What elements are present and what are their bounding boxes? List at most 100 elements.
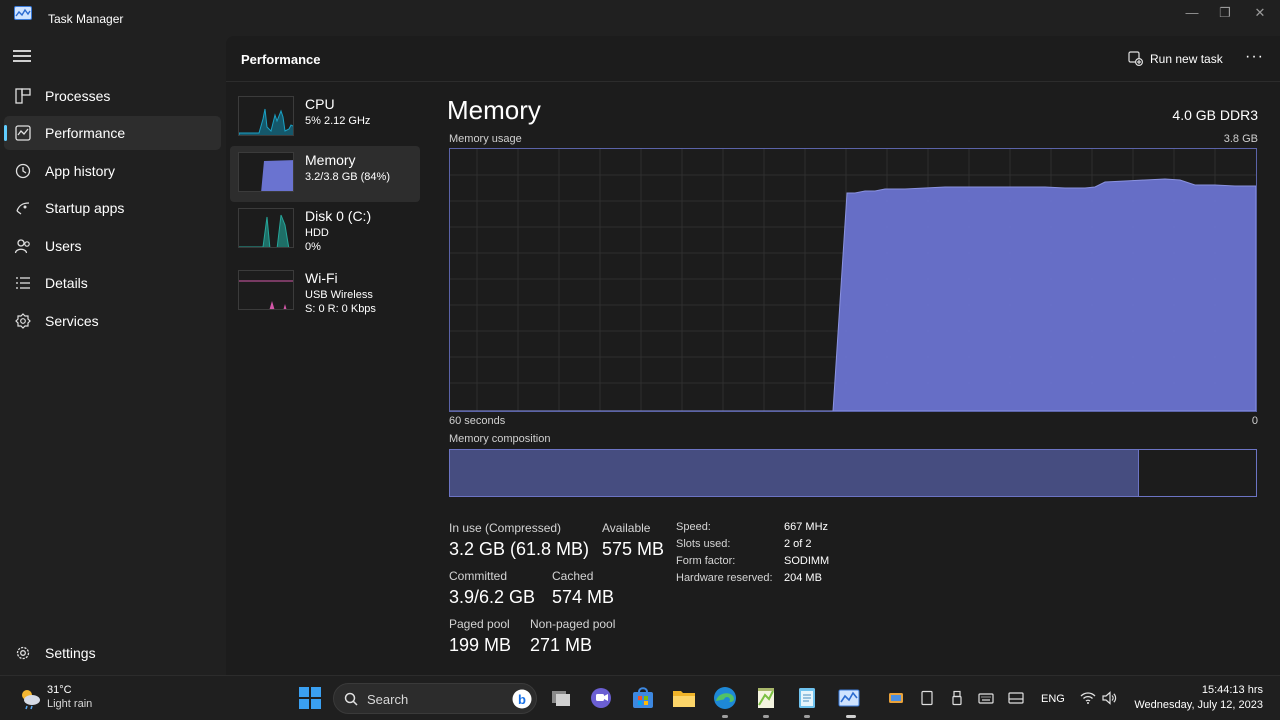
taskbar-search-input[interactable]: Search b: [333, 683, 537, 714]
sidebar-item-app-history[interactable]: App history: [4, 154, 221, 188]
available-label: Available: [602, 521, 651, 535]
keyboard-icon[interactable]: [978, 690, 994, 706]
notepad-icon[interactable]: [794, 685, 820, 711]
in-use-value: 3.2 GB (61.8 MB): [449, 539, 590, 559]
tablet-icon[interactable]: [919, 690, 935, 706]
teams-chat-icon[interactable]: [588, 685, 614, 711]
close-button[interactable]: ✕: [1243, 4, 1277, 22]
sidebar-item-startup-apps[interactable]: Startup apps: [4, 191, 221, 225]
active-indicator: [4, 125, 7, 141]
sidebar-item-details[interactable]: Details: [4, 266, 221, 300]
display-icon[interactable]: [1008, 690, 1024, 706]
memory-usage-max: 3.8 GB: [1223, 133, 1258, 145]
store-icon[interactable]: [630, 685, 656, 711]
detail-title: Memory: [447, 95, 541, 125]
graph-axis-left-label: 60 seconds: [449, 415, 506, 427]
running-indicator: [722, 715, 728, 718]
run-task-icon: [1128, 51, 1143, 66]
sidebar-item-services[interactable]: Services: [4, 304, 221, 338]
resource-name: CPU: [305, 96, 335, 112]
form-factor-key: Form factor:: [676, 555, 736, 567]
graph-axis-right-label: 0: [1251, 415, 1258, 427]
sidebar-item-settings[interactable]: Settings: [4, 636, 221, 670]
window-title: Task Manager: [48, 12, 124, 26]
bing-icon[interactable]: b: [512, 689, 532, 709]
slots-used-value: 2 of 2: [784, 538, 812, 550]
run-new-task-label: Run new task: [1150, 51, 1223, 66]
resource-memory[interactable]: Memory 3.2/3.8 GB (84%): [230, 146, 420, 202]
running-indicator: [804, 715, 810, 718]
available-value: 575 MB: [602, 539, 665, 559]
run-new-task-button[interactable]: Run new task: [1128, 51, 1223, 66]
memory-composition-label: Memory composition: [449, 433, 551, 445]
non-paged-pool-label: Non-paged pool: [530, 617, 616, 631]
memory-type: 4.0 GB DDR3: [1172, 107, 1258, 123]
cached-label: Cached: [552, 569, 594, 583]
photos-icon[interactable]: [888, 690, 904, 706]
processes-icon: [15, 88, 31, 104]
cached-value: 574 MB: [552, 587, 615, 607]
sidebar-item-users[interactable]: Users: [4, 229, 221, 263]
task-view-icon[interactable]: [548, 685, 574, 711]
sidebar-item-label: Startup apps: [45, 200, 125, 216]
notepad-plus-icon[interactable]: [753, 685, 779, 711]
gear-icon: [16, 646, 30, 660]
resource-disk[interactable]: Disk 0 (C:) HDD 0%: [230, 202, 420, 258]
memory-usage-plot: [450, 149, 1257, 412]
clock-date[interactable]: Wednesday, July 12, 2023: [1134, 699, 1263, 711]
maximize-button[interactable]: ❐: [1208, 4, 1242, 22]
search-label: Search: [367, 692, 409, 707]
memory-thumbnail-graph: [238, 152, 294, 192]
task-manager-app-icon: [14, 6, 32, 20]
resource-detail-2: 0%: [305, 241, 321, 253]
search-icon: [344, 692, 358, 706]
taskbar: 31°C Light rain Search b ENG 15:44:13 hr…: [0, 675, 1280, 720]
windows-start-icon[interactable]: [297, 685, 323, 711]
usb-icon[interactable]: [949, 690, 965, 706]
memory-in-use-segment: [450, 450, 1140, 496]
resource-name: Memory: [305, 152, 356, 168]
page-title: Performance: [241, 52, 321, 67]
minimize-button[interactable]: —: [1175, 4, 1209, 22]
wifi-icon[interactable]: [1080, 690, 1096, 706]
cpu-thumbnail-graph: [238, 96, 294, 136]
memory-usage-graph: [449, 148, 1257, 412]
slots-used-key: Slots used:: [676, 538, 731, 550]
resource-detail: 5% 2.12 GHz: [305, 115, 371, 127]
weather-rain-icon[interactable]: [18, 686, 42, 710]
startup-icon: [16, 202, 30, 215]
file-explorer-icon[interactable]: [671, 685, 697, 711]
running-indicator-active: [846, 715, 856, 718]
weather-temperature[interactable]: 31°C: [47, 684, 72, 696]
memory-usage-area: [450, 178, 1257, 412]
resource-detail: 3.2/3.8 GB (84%): [305, 171, 390, 183]
resource-cpu[interactable]: CPU 5% 2.12 GHz: [230, 90, 420, 146]
more-options-button[interactable]: ···: [1245, 48, 1264, 66]
sidebar-item-performance[interactable]: Performance: [4, 116, 221, 150]
details-icon: [16, 277, 30, 289]
hamburger-menu-icon[interactable]: [13, 50, 31, 64]
history-icon: [15, 163, 31, 179]
sidebar-item-label: Processes: [45, 88, 111, 104]
clock-time[interactable]: 15:44:13 hrs: [1202, 684, 1263, 696]
page-header: Performance Run new task ···: [226, 36, 1280, 82]
resource-wifi[interactable]: Wi-Fi USB Wireless S: 0 R: 0 Kbps: [230, 264, 420, 320]
sidebar-item-label: Users: [45, 238, 82, 254]
wifi-thumbnail-graph: [238, 270, 294, 310]
sidebar-item-processes[interactable]: Processes: [4, 79, 221, 113]
main-panel: Performance Run new task ··· CPU 5% 2.12…: [226, 36, 1280, 675]
resource-detail: HDD: [305, 227, 329, 239]
input-language[interactable]: ENG: [1041, 693, 1065, 705]
memory-usage-label: Memory usage: [449, 133, 522, 145]
speed-value: 667 MHz: [784, 521, 829, 533]
performance-icon: [15, 125, 31, 141]
volume-icon[interactable]: [1101, 690, 1117, 706]
sidebar-item-label: Performance: [45, 125, 126, 141]
memory-composition-bar: [449, 449, 1257, 497]
task-manager-icon[interactable]: [836, 685, 862, 711]
weather-description[interactable]: Light rain: [47, 698, 92, 710]
running-indicator: [763, 715, 769, 718]
non-paged-pool-value: 271 MB: [530, 635, 593, 655]
sidebar-item-label: Details: [45, 275, 88, 291]
edge-icon[interactable]: [712, 685, 738, 711]
